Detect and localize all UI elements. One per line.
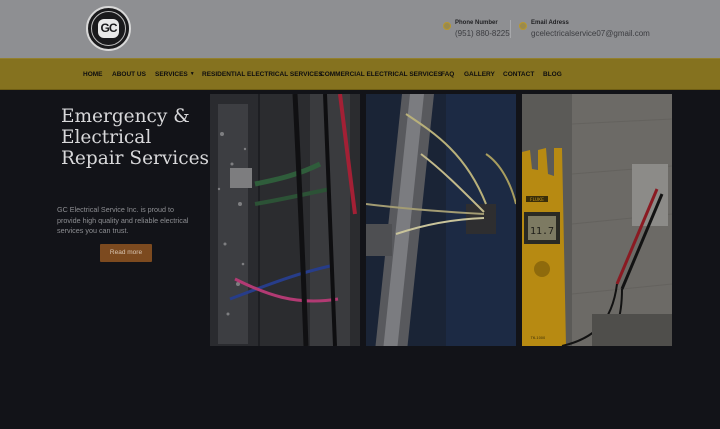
- company-logo[interactable]: GC: [86, 6, 131, 51]
- meter-model-text: T6-1000: [530, 336, 546, 340]
- gallery-photo-panel[interactable]: [210, 94, 360, 346]
- nav-residential[interactable]: RESIDENTIAL ELECTRICAL SERVICES: [202, 71, 323, 78]
- wiring-image: [366, 94, 516, 346]
- hero-description: GC Electrical Service Inc. is proud to p…: [57, 205, 189, 235]
- phone-title: Phone Number: [455, 20, 498, 26]
- chevron-down-icon: ▼: [189, 71, 195, 77]
- email-address[interactable]: gcelectricalservice07@gmail.com: [531, 29, 650, 38]
- email-icon: [519, 22, 527, 30]
- nav-contact[interactable]: CONTACT: [503, 71, 534, 78]
- meter-brand-text: FLUKE: [530, 197, 544, 203]
- logo-mark: GC: [98, 19, 119, 38]
- read-more-button[interactable]: Read more: [100, 244, 152, 262]
- gallery-photo-wiring[interactable]: [366, 94, 516, 346]
- hero-title: Emergency & Electrical Repair Services: [61, 106, 210, 169]
- meter-image: 11.7 FLUKE T6-1000: [522, 94, 672, 346]
- nav-blog[interactable]: BLOG: [543, 71, 562, 78]
- gallery-photo-meter[interactable]: 11.7 FLUKE T6-1000: [522, 94, 672, 346]
- panel-image: [210, 94, 360, 346]
- nav-home[interactable]: HOME: [83, 71, 103, 78]
- email-title: Email Adress: [531, 20, 569, 26]
- phone-icon: [443, 22, 451, 30]
- contact-divider: [510, 20, 511, 38]
- top-header: GC Phone Number (951) 880-8225 Email Adr…: [0, 0, 720, 58]
- nav-faq[interactable]: FAQ: [441, 71, 454, 78]
- nav-commercial[interactable]: COMMERCIAL ELECTRICAL SERVICES: [320, 71, 442, 78]
- nav-about-us[interactable]: ABOUT US: [112, 71, 146, 78]
- nav-gallery[interactable]: GALLERY: [464, 71, 495, 78]
- phone-number[interactable]: (951) 880-8225: [455, 29, 510, 38]
- main-navigation: HOME ABOUT US SERVICES ▼ RESIDENTIAL ELEC…: [0, 58, 720, 90]
- meter-display-text: 11.7: [530, 226, 554, 237]
- nav-services-label: SERVICES: [155, 71, 188, 78]
- nav-services[interactable]: SERVICES ▼: [155, 71, 195, 78]
